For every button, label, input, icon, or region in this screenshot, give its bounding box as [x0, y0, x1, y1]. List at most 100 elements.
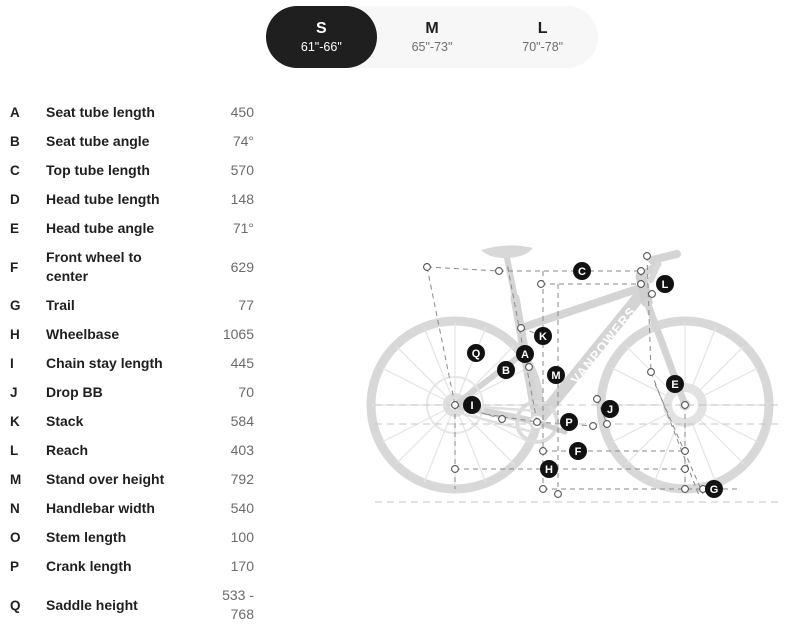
- size-selector[interactable]: S 61"-66" M 65"-73" L 70"-78": [266, 6, 598, 68]
- size-option-letter: L: [537, 19, 548, 37]
- spec-value: 148: [230, 191, 254, 208]
- callout-marker-label: H: [545, 464, 553, 476]
- table-row: H Wheelbase 1065: [0, 320, 262, 349]
- callout-marker-label: L: [662, 279, 669, 291]
- callout-marker-label: G: [710, 484, 719, 496]
- spec-label: Stem length: [46, 529, 127, 546]
- spec-label: Saddle height: [46, 596, 138, 613]
- callout-marker-q[interactable]: Q: [467, 344, 485, 362]
- table-row: G Trail 77: [0, 291, 262, 320]
- table-row: O Stem length 100: [0, 523, 262, 552]
- spec-key: H: [10, 327, 20, 342]
- spec-label: Wheelbase: [46, 326, 120, 343]
- callout-marker-g[interactable]: G: [705, 480, 723, 498]
- table-row: K Stack 584: [0, 407, 262, 436]
- callout-marker-label: I: [470, 400, 473, 412]
- callout-marker-label: A: [521, 349, 529, 361]
- spec-value: 1065: [222, 326, 254, 343]
- spec-value: 570: [230, 162, 254, 179]
- spec-label: Seat tube angle: [46, 133, 150, 150]
- callout-marker-label: E: [671, 379, 678, 391]
- size-option-letter: M: [425, 19, 439, 37]
- spec-label: Top tube length: [46, 162, 150, 179]
- size-option-range: 65"-73": [411, 39, 453, 54]
- spec-value: 403: [230, 442, 254, 459]
- callout-marker-h[interactable]: H: [540, 460, 558, 478]
- spec-value: 450: [230, 104, 254, 121]
- callout-marker-j[interactable]: J: [601, 400, 619, 418]
- spec-key: A: [10, 105, 20, 120]
- spec-key: M: [10, 472, 22, 487]
- callout-marker-label: K: [539, 331, 547, 343]
- table-row: J Drop BB 70: [0, 378, 262, 407]
- spec-key: D: [10, 192, 20, 207]
- table-row: F Front wheel to center 629: [0, 243, 262, 291]
- spec-value: 540: [230, 500, 254, 517]
- callout-marker-label: J: [607, 404, 613, 416]
- bike-geometry-diagram: VANPOWERS C L Q K A M B E I J P F H G: [355, 236, 800, 526]
- spec-key: P: [10, 559, 20, 574]
- geometry-spec-table: A Seat tube length 450 B Seat tube angle…: [0, 98, 262, 629]
- spec-label: Handlebar width: [46, 500, 155, 517]
- spec-key: I: [10, 356, 14, 371]
- spec-label: Drop BB: [46, 384, 103, 401]
- table-row: L Reach 403: [0, 436, 262, 465]
- callout-marker-l[interactable]: L: [656, 275, 674, 293]
- table-row: N Handlebar width 540: [0, 494, 262, 523]
- spec-value: 74°: [232, 133, 254, 150]
- spec-key: J: [10, 385, 18, 400]
- table-row: Q Saddle height 533 - 768: [0, 581, 262, 629]
- callout-marker-label: F: [575, 446, 582, 458]
- callout-marker-label: B: [502, 365, 510, 377]
- spec-label: Seat tube length: [46, 104, 155, 121]
- callout-marker-label: P: [565, 417, 572, 429]
- callout-marker-m[interactable]: M: [547, 366, 565, 384]
- size-option-letter: S: [316, 19, 327, 37]
- spec-label: Stack: [46, 413, 84, 430]
- table-row: E Head tube angle 71°: [0, 214, 262, 243]
- spec-key: L: [10, 443, 19, 458]
- spec-key: F: [10, 259, 19, 275]
- size-option-l[interactable]: L 70"-78": [487, 6, 598, 68]
- callout-marker-a[interactable]: A: [516, 345, 534, 363]
- spec-label: Head tube length: [46, 191, 160, 208]
- spec-label: Chain stay length: [46, 355, 163, 372]
- spec-label: Front wheel to center: [46, 249, 142, 284]
- spec-label: Stand over height: [46, 471, 165, 488]
- table-row: I Chain stay length 445: [0, 349, 262, 378]
- callout-markers[interactable]: C L Q K A M B E I J P F H G: [463, 262, 723, 498]
- spec-key: B: [10, 134, 20, 149]
- table-row: D Head tube length 148: [0, 185, 262, 214]
- callout-marker-f[interactable]: F: [569, 442, 587, 460]
- spec-value: 584: [230, 413, 254, 430]
- callout-marker-i[interactable]: I: [463, 396, 481, 414]
- spec-value: 71°: [232, 220, 254, 237]
- spec-value: 445: [230, 355, 254, 372]
- spec-value: 70: [238, 384, 254, 401]
- size-option-range: 61"-66": [300, 39, 342, 54]
- spec-key: G: [10, 298, 21, 313]
- size-option-s[interactable]: S 61"-66": [266, 6, 377, 68]
- callout-marker-k[interactable]: K: [534, 327, 552, 345]
- table-row: B Seat tube angle 74°: [0, 127, 262, 156]
- spec-key: E: [10, 221, 20, 236]
- table-row: M Stand over height 792: [0, 465, 262, 494]
- size-option-m[interactable]: M 65"-73": [377, 6, 488, 68]
- spec-label: Trail: [46, 297, 75, 314]
- spec-label: Crank length: [46, 558, 132, 575]
- spec-label: Reach: [46, 442, 89, 459]
- spec-label: Head tube angle: [46, 220, 155, 237]
- spec-value: 170: [230, 558, 254, 575]
- spec-key: O: [10, 530, 21, 545]
- spec-value: 792: [230, 471, 254, 488]
- spec-key: C: [10, 163, 20, 178]
- callout-marker-c[interactable]: C: [573, 262, 591, 280]
- callout-marker-p[interactable]: P: [560, 413, 578, 431]
- callout-marker-label: C: [578, 266, 586, 278]
- spec-value: 533 - 768: [222, 587, 254, 622]
- spec-key: N: [10, 501, 20, 516]
- callout-marker-e[interactable]: E: [666, 375, 684, 393]
- callout-marker-b[interactable]: B: [497, 361, 515, 379]
- table-row: P Crank length 170: [0, 552, 262, 581]
- spec-key: Q: [10, 597, 21, 613]
